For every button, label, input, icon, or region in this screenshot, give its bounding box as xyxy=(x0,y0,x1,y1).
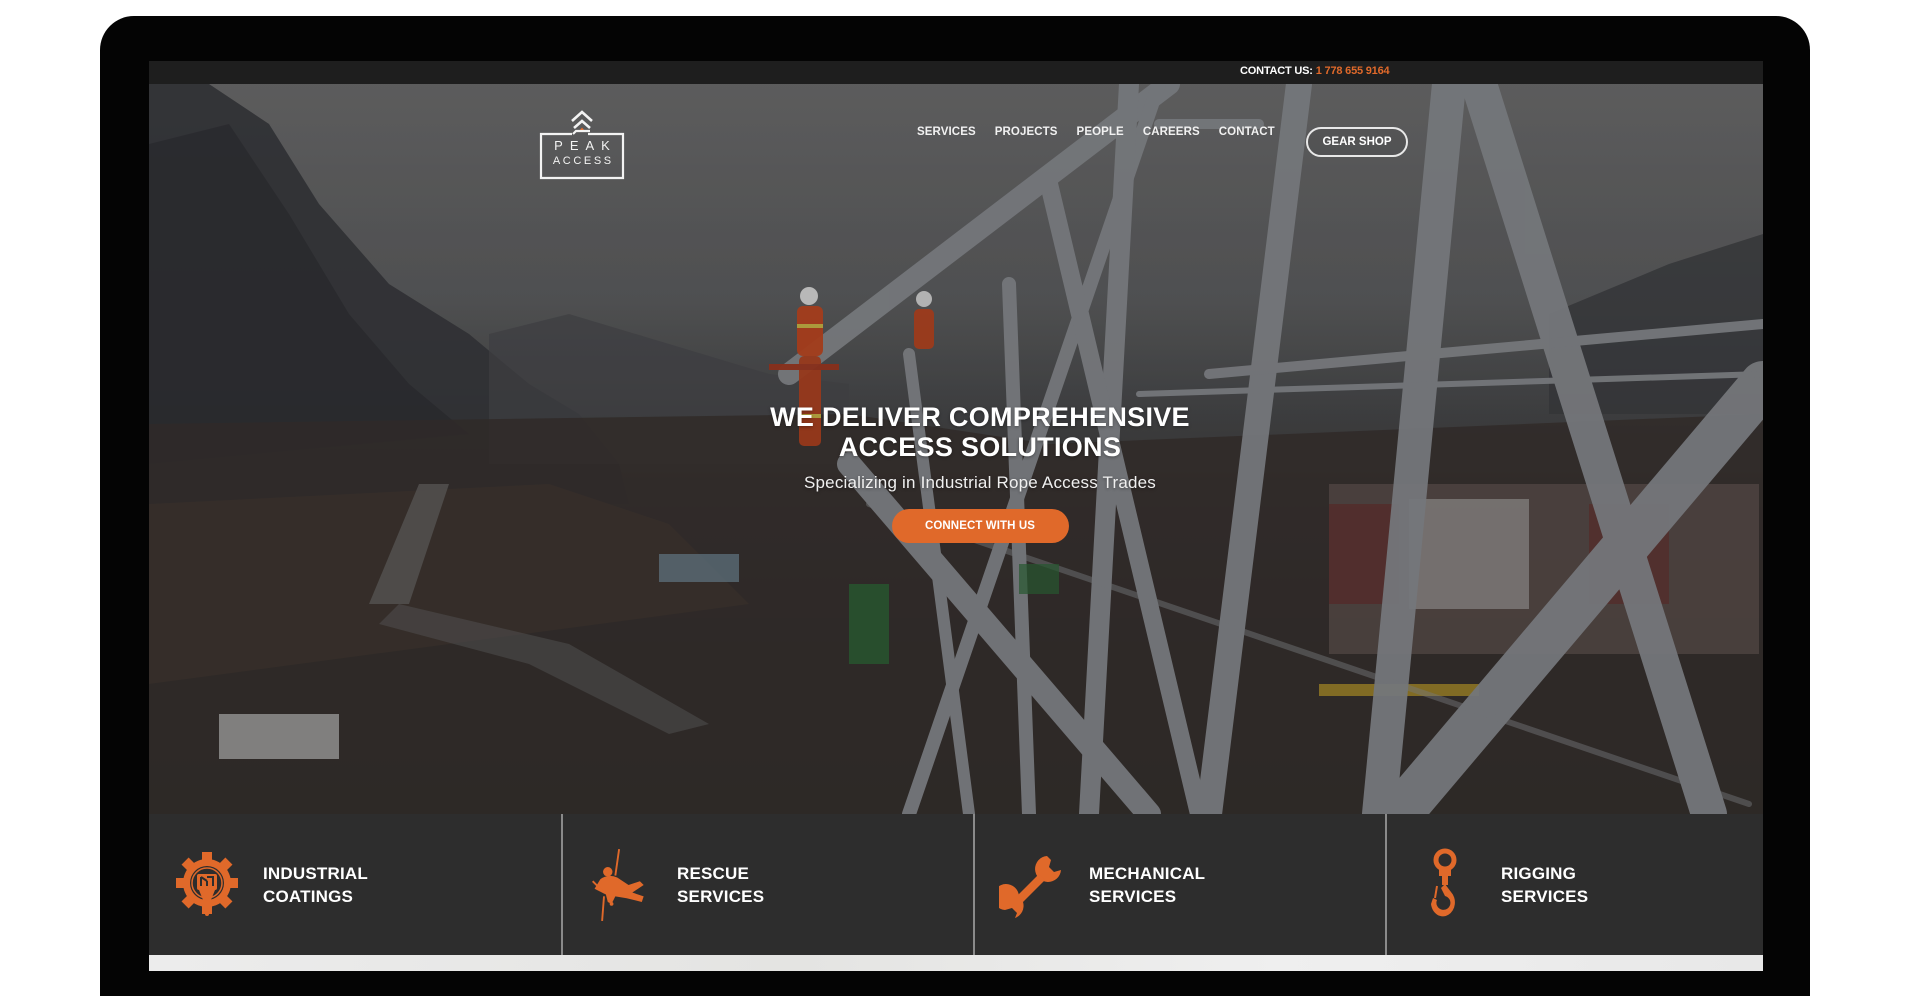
hero-content: WE DELIVER COMPREHENSIVE ACCESS SOLUTION… xyxy=(173,402,1763,543)
service-label-line-1: MECHANICAL xyxy=(1089,863,1206,883)
nav-people[interactable]: PEOPLE xyxy=(1077,126,1124,138)
service-label-line-1: INDUSTRIAL xyxy=(263,863,368,883)
logo-text-peak: PEAK xyxy=(554,138,617,153)
rope-rescue-icon xyxy=(587,848,655,922)
nav-careers[interactable]: CAREERS xyxy=(1143,126,1200,138)
service-rigging[interactable]: RIGGING SERVICES xyxy=(1385,814,1763,955)
nav-services[interactable]: SERVICES xyxy=(917,126,976,138)
service-mechanical[interactable]: MECHANICAL SERVICES xyxy=(973,814,1385,955)
service-label-line-1: RIGGING xyxy=(1501,863,1577,883)
service-label-line-2: SERVICES xyxy=(1089,886,1177,906)
logo-text-access: ACCESS xyxy=(552,155,614,167)
phone-link[interactable]: 1 778 655 9164 xyxy=(1316,65,1390,77)
services-bar: INDUSTRIAL COATINGS RESCUE SERVICES MECH… xyxy=(149,814,1763,955)
hero-subtitle: Specializing in Industrial Rope Access T… xyxy=(803,473,1156,492)
service-label: RIGGING SERVICES xyxy=(1501,862,1661,908)
next-section-preview xyxy=(149,955,1763,971)
gear-paintbrush-icon xyxy=(173,848,241,922)
connect-with-us-button[interactable]: CONNECT WITH US xyxy=(891,509,1069,543)
headline-line-2: ACCESS SOLUTIONS xyxy=(838,432,1122,462)
gear-shop-button[interactable]: GEAR SHOP xyxy=(1306,127,1408,157)
service-label-line-2: COATINGS xyxy=(263,886,354,906)
service-label: MECHANICAL SERVICES xyxy=(1089,862,1249,908)
website-screen: CONTACT US: 1 778 655 9164 PEAK ACCESS S… xyxy=(149,61,1763,971)
service-industrial-coatings[interactable]: INDUSTRIAL COATINGS xyxy=(149,814,561,955)
service-label-line-1: RESCUE xyxy=(677,863,750,883)
hero-headline: WE DELIVER COMPREHENSIVE ACCESS SOLUTION… xyxy=(173,402,1763,462)
peak-access-logo[interactable]: PEAK ACCESS xyxy=(538,107,626,181)
service-label-line-2: SERVICES xyxy=(1501,886,1589,906)
hero-section: PEAK ACCESS SERVICES PROJECTS PEOPLE CAR… xyxy=(149,84,1763,814)
headline-line-1: WE DELIVER COMPREHENSIVE xyxy=(770,402,1190,432)
wrench-icon xyxy=(999,848,1067,922)
service-label: INDUSTRIAL COATINGS xyxy=(263,862,423,908)
nav-contact[interactable]: CONTACT xyxy=(1219,126,1275,138)
service-label-line-2: SERVICES xyxy=(677,886,765,906)
contact-label: CONTACT US: xyxy=(1240,65,1313,77)
nav-projects[interactable]: PROJECTS xyxy=(995,126,1058,138)
service-label: RESCUE SERVICES xyxy=(677,862,837,908)
contact-info: CONTACT US: 1 778 655 9164 xyxy=(1240,65,1390,77)
crane-hook-icon xyxy=(1411,848,1479,922)
main-nav: SERVICES PROJECTS PEOPLE CAREERS CONTACT xyxy=(917,126,1294,138)
top-contact-bar: CONTACT US: 1 778 655 9164 xyxy=(149,61,1763,84)
service-rescue[interactable]: RESCUE SERVICES xyxy=(561,814,973,955)
